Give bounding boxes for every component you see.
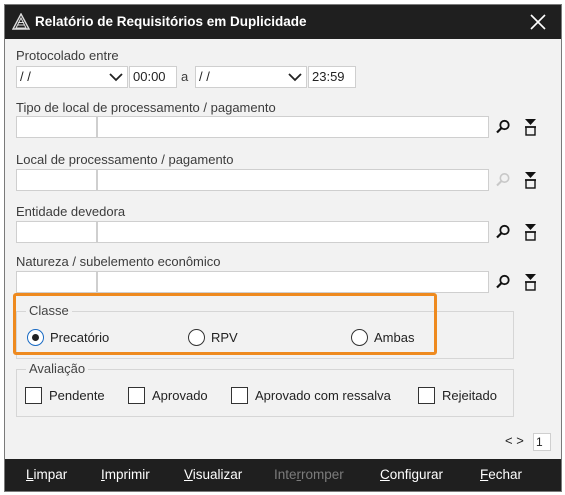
- configurar-button[interactable]: Configurar: [380, 467, 443, 482]
- tipo-local-description-input[interactable]: [97, 116, 489, 138]
- checkbox-label: Aprovado: [152, 388, 208, 403]
- configurar-mnemonic: C: [380, 467, 390, 482]
- date-from-combo[interactable]: / /: [16, 66, 128, 88]
- search-icon[interactable]: [495, 274, 511, 290]
- pager-arrows[interactable]: < >: [505, 433, 524, 448]
- configurar-label: onfigurar: [389, 467, 444, 482]
- checkbox-label: Aprovado com ressalva: [255, 388, 391, 403]
- entidade-label: Entidade devedora: [16, 204, 126, 219]
- checkbox-pendente[interactable]: Pendente: [25, 386, 115, 406]
- natureza-description-input[interactable]: [97, 271, 489, 293]
- limpar-label: impar: [33, 467, 68, 482]
- radio-dot: [32, 334, 39, 341]
- time-from-value: 00:00: [133, 69, 166, 84]
- checkbox-label: Pendente: [49, 388, 105, 403]
- time-from-input[interactable]: 00:00: [129, 66, 177, 88]
- clear-filter-icon[interactable]: [524, 273, 537, 291]
- limpar-button[interactable]: Limpar: [26, 467, 67, 482]
- footer-toolbar: Limpar Imprimir Visualizar Interromper C…: [5, 459, 561, 491]
- date-to-combo[interactable]: / /: [195, 66, 307, 88]
- checkbox-rejeitado[interactable]: Rejeitado: [418, 386, 508, 406]
- visualizar-button[interactable]: Visualizar: [184, 467, 242, 482]
- interromper-label-end: romper: [301, 467, 344, 482]
- avaliacao-title: Avaliação: [26, 361, 89, 376]
- imprimir-button[interactable]: Imprimir: [101, 467, 150, 482]
- window-title: Relatório de Requisitórios em Duplicidad…: [35, 14, 307, 29]
- natureza-code-input[interactable]: [16, 271, 97, 293]
- checkbox-box: [25, 387, 42, 404]
- natureza-label: Natureza / subelemento econômico: [16, 254, 221, 269]
- local-description-input[interactable]: [97, 169, 489, 191]
- date-to-value: / /: [199, 69, 210, 84]
- clear-filter-icon[interactable]: [524, 171, 537, 189]
- chevron-down-icon: [109, 73, 123, 82]
- radio-ambas[interactable]: Ambas: [351, 328, 421, 348]
- radio-label: Ambas: [374, 330, 415, 345]
- clear-filter-icon[interactable]: [524, 118, 537, 136]
- entidade-code-input[interactable]: [16, 221, 97, 243]
- chevron-down-icon: [288, 73, 302, 82]
- fechar-button[interactable]: Fechar: [480, 467, 522, 482]
- radio-rpv[interactable]: RPV: [188, 328, 248, 348]
- interromper-button[interactable]: Interromper: [274, 467, 344, 482]
- classe-title: Classe: [26, 303, 72, 318]
- protocolado-label: Protocolado entre: [16, 48, 119, 63]
- search-icon-disabled: [496, 173, 510, 187]
- local-label: Local de processamento / pagamento: [16, 152, 234, 167]
- title-bar: Relatório de Requisitórios em Duplicidad…: [5, 5, 561, 39]
- clear-filter-icon[interactable]: [524, 223, 537, 241]
- time-to-value: 23:59: [312, 69, 345, 84]
- range-separator: a: [181, 69, 189, 84]
- visualizar-mnemonic: V: [184, 467, 193, 482]
- fechar-label: echar: [488, 467, 523, 482]
- checkbox-box: [128, 387, 145, 404]
- checkbox-label: Rejeitado: [442, 388, 497, 403]
- checkbox-aprovado-com-ressalva[interactable]: Aprovado com ressalva: [231, 386, 407, 406]
- report-dialog: Relatório de Requisitórios em Duplicidad…: [4, 4, 562, 492]
- checkbox-box: [418, 387, 435, 404]
- radio-precatorio[interactable]: Precatório: [27, 328, 127, 348]
- search-icon[interactable]: [495, 119, 511, 135]
- date-from-value: / /: [20, 69, 31, 84]
- tipo-local-label: Tipo de local de processamento / pagamen…: [16, 100, 276, 115]
- tipo-local-code-input[interactable]: [16, 116, 97, 138]
- radio-circle-checked: [27, 329, 44, 346]
- time-to-input[interactable]: 23:59: [308, 66, 356, 88]
- radio-circle: [351, 329, 368, 346]
- local-code-input[interactable]: [16, 169, 97, 191]
- close-icon: [530, 14, 546, 30]
- page-number-input[interactable]: 1: [533, 433, 551, 451]
- radio-label: RPV: [211, 330, 238, 345]
- app-logo-icon: [12, 13, 30, 30]
- imprimir-label: mprimir: [104, 467, 150, 482]
- search-icon[interactable]: [495, 224, 511, 240]
- radio-circle: [188, 329, 205, 346]
- limpar-mnemonic: L: [26, 467, 34, 482]
- visualizar-label: isualizar: [192, 467, 243, 482]
- interromper-label-start: Inte: [274, 467, 297, 482]
- radio-label: Precatório: [50, 330, 110, 345]
- fechar-mnemonic: F: [480, 467, 489, 482]
- entidade-description-input[interactable]: [97, 221, 489, 243]
- checkbox-box: [231, 387, 248, 404]
- checkbox-aprovado[interactable]: Aprovado: [128, 386, 218, 406]
- close-button[interactable]: [515, 5, 561, 39]
